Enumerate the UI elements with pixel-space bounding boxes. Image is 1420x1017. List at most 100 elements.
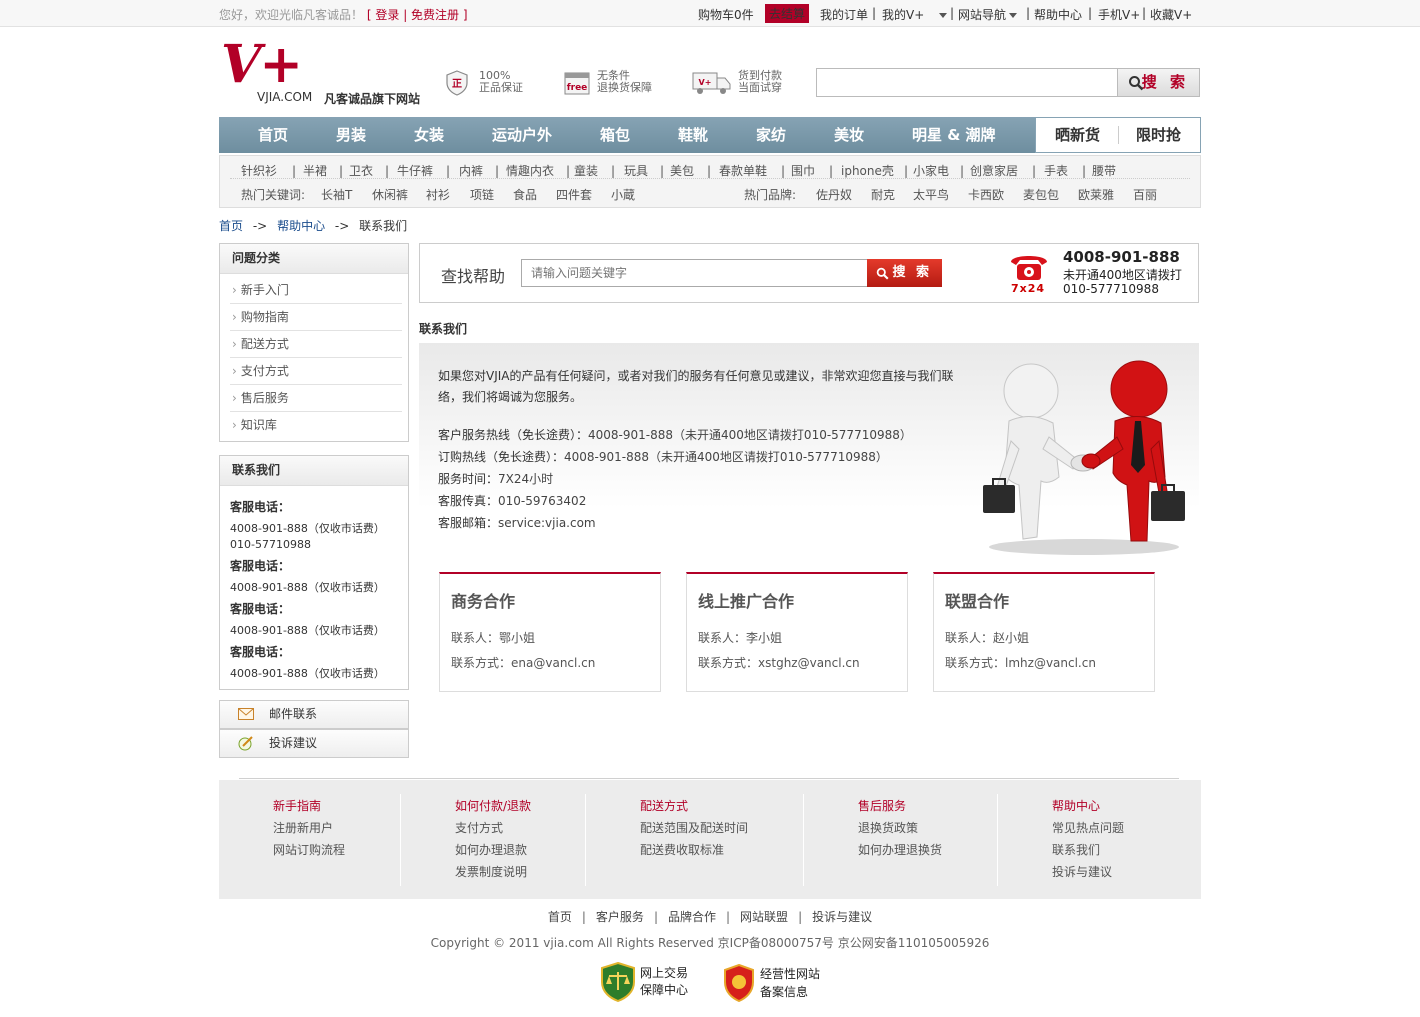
footer-link[interactable]: 如何办理退款 (455, 841, 531, 863)
nav-item-women[interactable]: 女装 (414, 117, 444, 153)
contact-intro-line2: 络，我们将竭诚为您服务。 (438, 390, 583, 404)
mobile-vplus-link[interactable]: 手机V+ (1098, 6, 1140, 23)
bottom-link-service[interactable]: 客户服务 (596, 910, 644, 924)
sidebar-item-delivery[interactable]: › 配送方式 (230, 331, 402, 358)
contact-row-service-hotline: 客户服务热线（免长途费）：4008-901-888（未开通400地区请拨打010… (438, 426, 912, 443)
business-site-record-badge[interactable]: 经营性网站 备案信息 (724, 964, 824, 1004)
question-category-box: 问题分类 › 新手入门 › 购物指南 › 配送方式 › 支付方式 › 售后服务 › 知识库 (219, 243, 409, 442)
category-subnav: 针织衫 | 半裙 | 卫衣 | 牛仔裤 | 内裤 | 情趣内衣 | 童装 | 玩… (219, 155, 1201, 208)
hot-brand-link[interactable]: 太平鸟 (913, 185, 949, 205)
hours-badge: 7x24 (1011, 282, 1046, 295)
badge-line: 备案信息 (760, 985, 809, 999)
nav-item-men[interactable]: 男装 (336, 117, 366, 153)
help-search-button[interactable]: 搜 索 (867, 259, 942, 287)
hot-brand-link[interactable]: 卡西欧 (968, 185, 1004, 205)
site-search-input[interactable] (819, 71, 1115, 94)
free-return-icon: free (564, 70, 590, 99)
footer-link[interactable]: 配送费收取标准 (640, 841, 748, 863)
register-link[interactable]: 免费注册 (411, 8, 459, 22)
hotline-number: 4008-901-888 (1063, 248, 1180, 266)
hot-keyword-link[interactable]: 食品 (513, 185, 537, 205)
site-logo[interactable]: V+ VJIA.COM 凡客诚品旗下网站 (221, 34, 421, 106)
hot-brand-link[interactable]: 欧莱雅 (1078, 185, 1114, 205)
footer-link[interactable]: 如何办理退换货 (858, 841, 942, 863)
breadcrumb-help[interactable]: 帮助中心 (277, 219, 325, 233)
nav-item-sports[interactable]: 运动户外 (492, 117, 552, 153)
nav-item-shoes[interactable]: 鞋靴 (678, 117, 708, 153)
footer-link[interactable]: 注册新用户 (273, 819, 345, 841)
service-phone-block: 客服电话： 4008-901-888（仅收市话费） (230, 643, 385, 681)
footer-link[interactable]: 配送范围及配送时间 (640, 819, 748, 841)
service-phone-value: 010-57710988 (230, 538, 311, 551)
hot-brand-link[interactable]: 麦包包 (1023, 185, 1059, 205)
hot-brand-link[interactable]: 佐丹奴 (816, 185, 852, 205)
top-bar: 您好，欢迎光临凡客诚品！ [ 登录 | 免费注册 ] 购物车0件 去结算 我的订… (0, 0, 1420, 27)
contact-row-value: 4008-901-888（未开通400地区请拨打010-577710988） (564, 450, 888, 464)
nav-item-new-arrivals[interactable]: 晒新货 (1036, 118, 1118, 152)
site-nav-label: 网站导航 (958, 8, 1007, 22)
card-title: 商务合作 (451, 592, 516, 611)
favorite-link[interactable]: 收藏V+ (1150, 6, 1192, 23)
checkout-button[interactable]: 去结算 (765, 4, 810, 23)
contact-row-order-hotline: 订购热线（免长途费）：4008-901-888（未开通400地区请拨打010-5… (438, 448, 888, 465)
help-center-link[interactable]: 帮助中心 (1034, 6, 1082, 23)
cart-link[interactable]: 购物车0件 (698, 6, 754, 23)
footer-link[interactable]: 投诉与建议 (1052, 863, 1124, 885)
bottom-link-complaint[interactable]: 投诉与建议 (812, 910, 872, 924)
handshake-illustration (983, 360, 1185, 555)
help-search-input[interactable] (521, 259, 868, 287)
my-vplus-label: 我的V+ (882, 8, 925, 22)
footer-link[interactable]: 发票制度说明 (455, 863, 531, 885)
my-vplus-link[interactable]: 我的V+ (882, 6, 948, 23)
service-phone-value: 4008-901-888（仅收市话费） (230, 522, 385, 535)
nav-item-bags[interactable]: 箱包 (600, 117, 630, 153)
bottom-link-home[interactable]: 首页 (548, 910, 572, 924)
complaint-button[interactable]: 投诉建议 (219, 729, 409, 758)
hot-keyword-link[interactable]: 衬衫 (426, 185, 450, 205)
logo-mark: V+ (221, 34, 303, 95)
my-orders-link[interactable]: 我的订单 (820, 6, 868, 23)
breadcrumb-home[interactable]: 首页 (219, 219, 243, 233)
sidebar-item-shopping-guide[interactable]: › 购物指南 (230, 304, 402, 331)
nav-item-home-textile[interactable]: 家纺 (756, 117, 786, 153)
hot-keyword-link[interactable]: 四件套 (556, 185, 592, 205)
email-contact-button[interactable]: 邮件联系 (219, 700, 409, 729)
footer-link[interactable]: 支付方式 (455, 819, 531, 841)
hot-keyword-link[interactable]: 长袖T (321, 185, 352, 205)
site-nav-link[interactable]: 网站导航 (958, 6, 1018, 23)
hot-keyword-link[interactable]: 休闲裤 (372, 185, 408, 205)
sidebar-item-knowledge[interactable]: › 知识库 (230, 412, 402, 439)
hot-brand-link[interactable]: 耐克 (871, 185, 895, 205)
nav-item-beauty[interactable]: 美妆 (834, 117, 864, 153)
bottom-link-brand[interactable]: 品牌合作 (668, 910, 716, 924)
card-label: 联系人： (451, 631, 500, 645)
hot-keyword-link[interactable]: 小蔵 (611, 185, 635, 205)
contact-row-label: 客服传真： (438, 494, 499, 508)
sidebar-item-label: 知识库 (240, 418, 277, 432)
nav-item-flash-sale[interactable]: 限时抢 (1119, 118, 1201, 152)
card-value: 赵小姐 (993, 631, 1030, 645)
footer-link[interactable]: 联系我们 (1052, 841, 1124, 863)
login-link[interactable]: 登录 (375, 8, 399, 22)
svg-text:正: 正 (452, 78, 462, 90)
sidebar-item-after-sales[interactable]: › 售后服务 (230, 385, 402, 412)
nav-item-stars-trends[interactable]: 明星 & 潮牌 (912, 117, 996, 153)
hotline-alt-number: 010-577710988 (1063, 282, 1159, 296)
breadcrumb: 首页 -> 帮助中心 -> 联系我们 (219, 217, 407, 234)
contact-row-hours: 服务时间：7X24小时 (438, 470, 553, 487)
hot-keyword-link[interactable]: 项链 (470, 185, 494, 205)
footer-link[interactable]: 常见热点问题 (1052, 819, 1124, 841)
sidebar-item-payment[interactable]: › 支付方式 (230, 358, 402, 385)
badge-line: 经营性网站 (760, 967, 821, 981)
footer-link[interactable]: 退换货政策 (858, 819, 942, 841)
hot-brand-link[interactable]: 百丽 (1133, 185, 1157, 205)
footer-link[interactable]: 网站订购流程 (273, 841, 345, 863)
site-search-button[interactable]: 搜 索 (1117, 69, 1199, 96)
contact-us-title: 联系我们 (220, 456, 408, 486)
bottom-link-affiliate[interactable]: 网站联盟 (740, 910, 788, 924)
footer-top-line (239, 778, 1179, 779)
service-phone-block: 客服电话： 4008-901-888（仅收市话费） 010-57710988 (230, 498, 385, 551)
trade-guarantee-badge[interactable]: 网上交易 保障中心 (601, 962, 701, 1002)
nav-item-home[interactable]: 首页 (258, 117, 288, 153)
sidebar-item-beginner[interactable]: › 新手入门 (230, 277, 402, 304)
